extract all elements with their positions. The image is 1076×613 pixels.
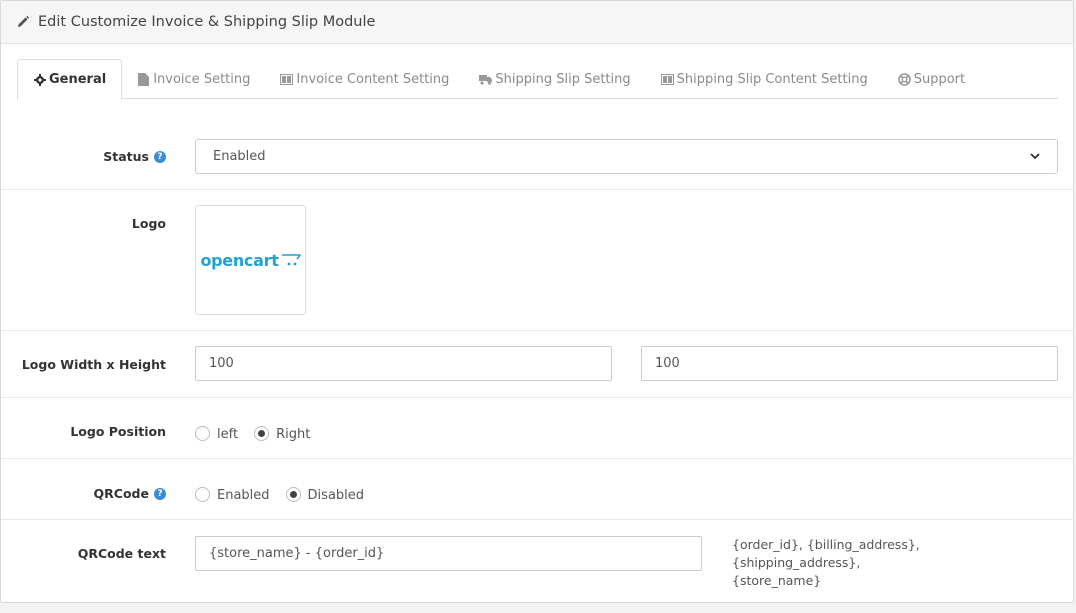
logo-size-label-text: Logo Width x Height	[21, 357, 166, 372]
help-icon[interactable]: ?	[154, 150, 166, 163]
pencil-icon	[16, 15, 30, 29]
qrcode-label-text: QRCode	[93, 486, 149, 501]
qrcode-text-row: QRCode text {store_name} - {order_id} {o…	[1, 520, 1075, 602]
page-title: Edit Customize Invoice & Shipping Slip M…	[38, 14, 376, 30]
panel-heading: Edit Customize Invoice & Shipping Slip M…	[1, 1, 1073, 44]
tab-label: Invoice Setting	[153, 71, 251, 87]
opencart-logo: opencart	[200, 250, 301, 270]
lifebuoy-icon	[897, 72, 911, 86]
radio-qrcode-enabled-label[interactable]: Enabled	[217, 488, 270, 503]
cart-icon	[281, 253, 301, 265]
logo-label-text: Logo	[131, 216, 166, 231]
logo-position-label-text: Logo Position	[70, 424, 166, 439]
columns-icon	[280, 73, 294, 86]
hint-line-2: {store_name}	[732, 573, 822, 588]
file-icon	[137, 72, 150, 86]
hint-line-1: {order_id}, {billing_address}, {shipping…	[732, 537, 920, 570]
module-panel: Edit Customize Invoice & Shipping Slip M…	[0, 0, 1075, 603]
qrcode-text-value: {store_name} - {order_id}	[209, 546, 385, 561]
tab-bar: General Invoice Setting Invoice Content …	[17, 59, 1058, 100]
qrcode-text-label-text: QRCode text	[77, 546, 166, 561]
qrcode-radios: Enabled Disabled	[195, 485, 380, 503]
tab-shipping-slip-content-setting[interactable]: Shipping Slip Content Setting	[646, 59, 883, 99]
radio-left[interactable]	[195, 425, 210, 441]
logo-size-row: Logo Width x Height 100 100	[1, 331, 1075, 398]
status-selected-value: Enabled	[213, 149, 266, 164]
status-label-text: Status	[103, 149, 149, 164]
chevron-down-icon	[1030, 149, 1040, 164]
radio-qrcode-disabled-label[interactable]: Disabled	[308, 488, 364, 503]
logo-position-radios: left Right	[195, 424, 326, 442]
status-label: Status ?	[103, 149, 166, 164]
logo-size-label: Logo Width x Height	[22, 357, 166, 372]
tab-invoice-setting[interactable]: Invoice Setting	[122, 59, 265, 99]
tab-shipping-slip-setting[interactable]: Shipping Slip Setting	[464, 59, 645, 99]
columns-icon	[660, 73, 674, 86]
logo-wordmark: opencart	[200, 250, 279, 270]
qrcode-placeholder-hint: {order_id}, {billing_address}, {shipping…	[732, 536, 1052, 590]
tab-general[interactable]: General	[17, 59, 123, 100]
radio-right-label[interactable]: Right	[276, 427, 310, 442]
tab-label: Support	[913, 71, 966, 87]
tab-invoice-content-setting[interactable]: Invoice Content Setting	[265, 59, 464, 99]
logo-height-input[interactable]: 100	[641, 346, 1058, 381]
gear-icon	[33, 73, 46, 86]
tab-support[interactable]: Support	[883, 59, 980, 99]
radio-right[interactable]	[254, 425, 270, 441]
logo-position-row: Logo Position left Right	[1, 398, 1075, 459]
status-select[interactable]: Enabled	[195, 139, 1058, 174]
status-row: Status ? Enabled	[1, 125, 1075, 190]
logo-position-label: Logo Position	[70, 424, 166, 439]
tab-label: Invoice Content Setting	[296, 71, 450, 87]
tab-label: Shipping Slip Content Setting	[676, 71, 868, 87]
tab-label: Shipping Slip Setting	[495, 71, 631, 87]
qrcode-text-label: QRCode text	[78, 546, 166, 561]
logo-label: Logo	[132, 216, 166, 231]
qrcode-label: QRCode ?	[94, 486, 166, 501]
logo-width-input[interactable]: 100	[195, 346, 612, 381]
tab-label: General	[49, 72, 107, 87]
logo-image[interactable]: opencart	[195, 205, 306, 315]
qrcode-text-input[interactable]: {store_name} - {order_id}	[195, 536, 702, 571]
logo-width-value: 100	[209, 356, 234, 371]
truck-icon	[479, 73, 493, 86]
radio-qrcode-disabled[interactable]	[285, 486, 301, 502]
radio-left-label[interactable]: left	[217, 427, 238, 442]
help-icon[interactable]: ?	[154, 487, 166, 500]
radio-qrcode-enabled[interactable]	[195, 486, 210, 502]
logo-height-value: 100	[655, 356, 680, 371]
qrcode-row: QRCode ? Enabled Disabled	[1, 459, 1075, 520]
logo-row: Logo opencart	[1, 190, 1075, 331]
